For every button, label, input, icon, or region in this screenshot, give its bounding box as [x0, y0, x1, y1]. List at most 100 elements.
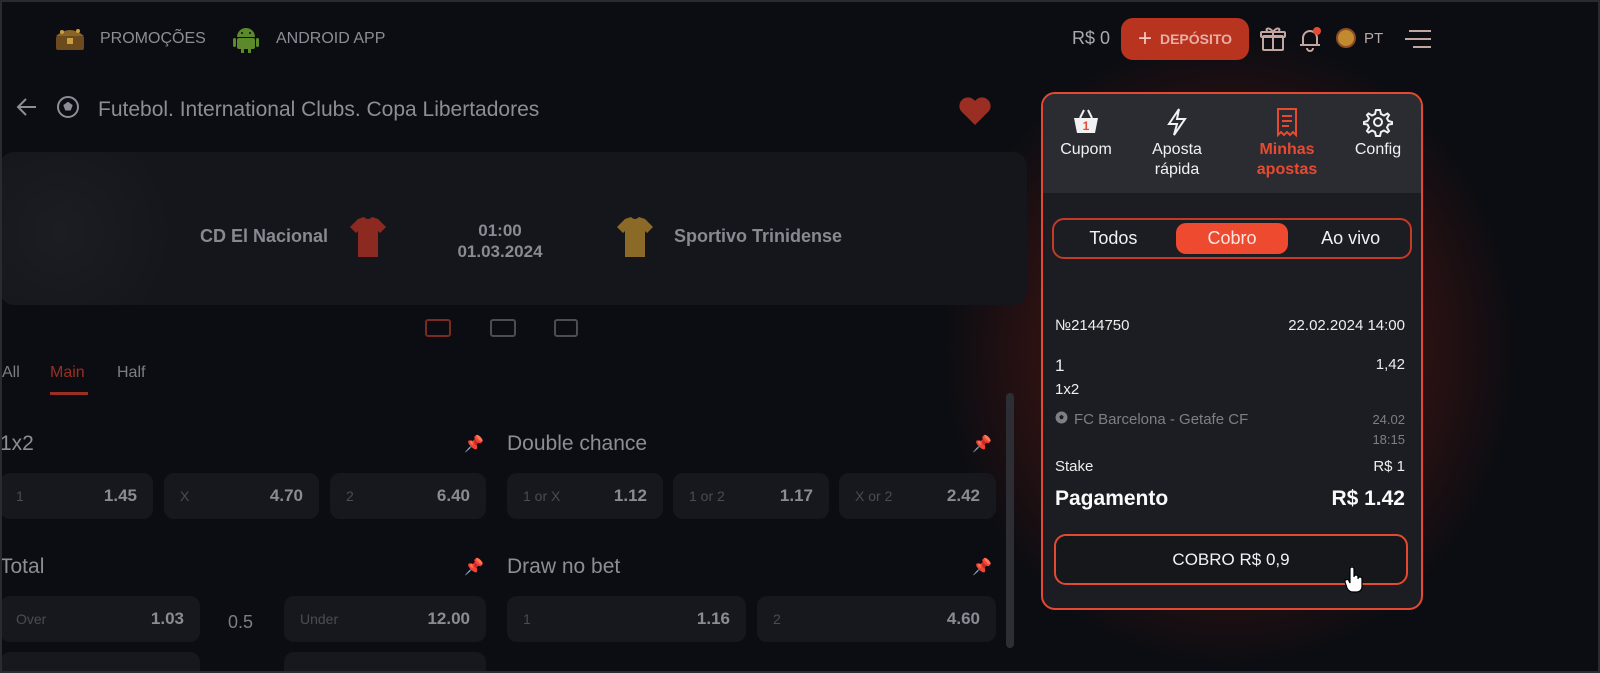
odd-value: 4.70 — [269, 486, 303, 505]
deposit-label: DEPÓSITO — [1159, 31, 1233, 47]
stake-value: R$ 1 — [1373, 458, 1405, 475]
bet-placed-at: 22.02.2024 14:00 — [1288, 317, 1405, 334]
tab-all[interactable]: All — [2, 364, 20, 382]
odd-value: 1.03 — [150, 609, 184, 628]
odd-label: 2 — [773, 611, 781, 627]
android-icon — [228, 24, 264, 54]
balance-amount: R$ 0 — [1072, 28, 1111, 48]
odd-button[interactable]: 2 4.60 — [757, 596, 996, 642]
odd-button[interactable]: X or 2 2.42 — [839, 473, 996, 519]
odd-button[interactable]: 1 1.16 — [507, 596, 746, 642]
hand-cursor-icon — [1344, 566, 1364, 598]
bet-event-name: FC Barcelona - Getafe CF — [1074, 411, 1249, 428]
bet-odds: 1,42 — [1375, 356, 1405, 373]
bell-icon[interactable] — [1295, 24, 1325, 54]
nav-promotions[interactable]: PROMOÇÕES — [52, 24, 206, 54]
odd-button[interactable]: 1 1.45 — [0, 473, 153, 519]
odd-value: 12.00 — [427, 609, 470, 628]
tab-cupom[interactable]: 1 Cupom — [1052, 106, 1120, 160]
deposit-button[interactable]: + DEPÓSITO — [1121, 18, 1249, 60]
odd-value: 1.17 — [779, 486, 813, 505]
language-label: PT — [1364, 29, 1384, 47]
tab-aposta-rapida[interactable]: Aposta rápida — [1135, 106, 1219, 180]
breadcrumb: Futebol. International Clubs. Copa Liber… — [16, 95, 539, 125]
filter-ao-vivo[interactable]: Ao vivo — [1294, 223, 1407, 254]
view-stats-icon[interactable] — [554, 319, 578, 337]
odd-button[interactable]: X 4.70 — [164, 473, 319, 519]
top-bar: PROMOÇÕES ANDROID APP R$ 0 + DEPÓSITO PT — [0, 0, 1600, 78]
payout-label: Pagamento — [1055, 487, 1169, 510]
odd-label: 1 or X — [523, 488, 561, 504]
odd-button[interactable]: 2 6.40 — [330, 473, 486, 519]
odd-value: 4.60 — [946, 609, 980, 628]
odd-button[interactable]: Over 1.03 — [0, 596, 200, 642]
bet-event-datetime: 24.02 18:15 — [1372, 410, 1405, 450]
pin-icon[interactable]: 📌 — [464, 557, 484, 577]
odd-label: Under — [300, 611, 339, 627]
menu-icon[interactable] — [1404, 24, 1434, 54]
heart-icon[interactable] — [958, 96, 992, 131]
nav-promotions-label: PROMOÇÕES — [100, 30, 206, 47]
bet-market: 1x2 — [1055, 381, 1080, 398]
market-draw-no-bet-title: Draw no bet — [507, 555, 621, 578]
payout-value: R$ 1.42 — [1331, 487, 1405, 510]
view-scoreboard-icon[interactable] — [425, 319, 451, 337]
pin-icon[interactable]: 📌 — [972, 557, 992, 577]
match-datetime: 01:00 01.03.2024 — [440, 220, 560, 262]
odd-button[interactable]: 1 or X 1.12 — [507, 473, 663, 519]
odd-value: 1.16 — [696, 609, 730, 628]
bet-filter: Todos Cobro Ao vivo — [1052, 218, 1412, 259]
odd-label: 2 — [346, 488, 354, 504]
scrollbar[interactable] — [1006, 393, 1014, 648]
bet-number: №2144750 — [1055, 317, 1130, 334]
odd-value: 1.45 — [103, 486, 137, 505]
match-date: 01.03.2024 — [457, 242, 543, 261]
odd-button-partial[interactable] — [0, 652, 200, 673]
pin-icon[interactable]: 📌 — [972, 434, 992, 454]
flag-icon — [1336, 28, 1356, 48]
filter-todos[interactable]: Todos — [1057, 223, 1170, 254]
away-shirt-icon — [617, 217, 653, 257]
odd-value: 6.40 — [436, 486, 470, 505]
tab-main[interactable]: Main — [50, 364, 85, 382]
bet-event-date: 24.02 — [1372, 412, 1405, 427]
lightning-icon — [1166, 106, 1188, 138]
odd-label: X or 2 — [855, 488, 893, 504]
match-time: 01:00 — [478, 221, 522, 240]
stake-label: Stake — [1055, 458, 1094, 475]
cashout-label: COBRO R$ 0,9 — [1172, 549, 1290, 569]
gear-icon — [1363, 106, 1393, 138]
bet-selection: 1 — [1055, 356, 1065, 375]
tab-config-label: Config — [1354, 141, 1402, 158]
tab-cupom-label: Cupom — [1060, 141, 1112, 158]
odd-button[interactable]: Under 12.00 — [284, 596, 486, 642]
tab-minhas-apostas-label: Minhas apostas — [1256, 141, 1318, 178]
away-team-name: Sportivo Trinidense — [674, 226, 843, 246]
tab-config[interactable]: Config — [1345, 106, 1411, 160]
total-line: 0.5 — [228, 612, 254, 632]
market-1x2-title: 1x2 — [0, 432, 34, 455]
match-background — [0, 152, 200, 305]
pin-icon[interactable]: 📌 — [464, 434, 484, 454]
back-arrow-icon[interactable] — [16, 97, 38, 123]
soccer-ball-icon — [1055, 411, 1068, 428]
odd-label: Over — [16, 611, 47, 627]
home-shirt-icon — [350, 217, 386, 257]
gift-icon[interactable] — [1258, 24, 1288, 54]
soccer-ball-icon — [56, 95, 80, 125]
odd-value: 1.12 — [613, 486, 647, 505]
odd-label: 1 — [16, 488, 24, 504]
filter-cobro[interactable]: Cobro — [1175, 223, 1289, 254]
odd-button[interactable]: 1 or 2 1.17 — [673, 473, 829, 519]
odd-button-partial[interactable] — [284, 652, 486, 673]
receipt-icon — [1275, 106, 1299, 138]
bet-event-time: 18:15 — [1372, 432, 1405, 447]
betslip-panel: 1 Cupom Aposta rápida Minhas apostas Con… — [1041, 92, 1423, 610]
tab-minhas-apostas[interactable]: Minhas apostas — [1247, 106, 1327, 180]
betslip-tabs: 1 Cupom Aposta rápida Minhas apostas Con… — [1043, 94, 1421, 193]
language-selector[interactable]: PT — [1336, 28, 1383, 48]
tab-half[interactable]: Half — [117, 364, 145, 382]
plus-icon: + — [1137, 25, 1152, 52]
view-field-icon[interactable] — [490, 319, 516, 337]
nav-android-app[interactable]: ANDROID APP — [228, 24, 385, 54]
